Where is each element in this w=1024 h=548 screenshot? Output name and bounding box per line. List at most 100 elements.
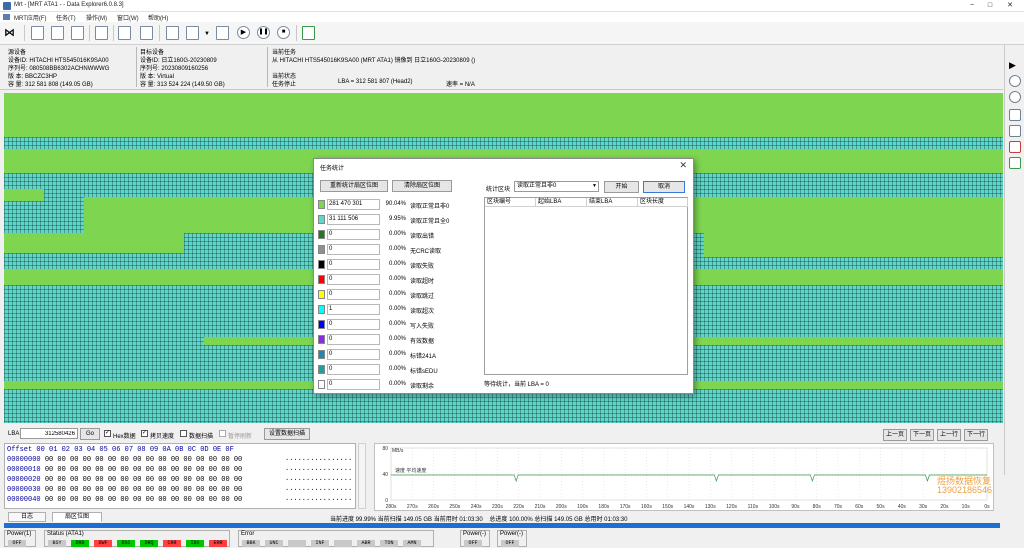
legend-row: 0 0.00% 读取跳过 — [318, 289, 478, 303]
x-tick-label: 230s — [492, 504, 503, 510]
document-icon[interactable] — [31, 26, 44, 40]
maximize-button[interactable]: □ — [984, 1, 996, 11]
bitmap-region — [4, 93, 1003, 137]
x-tick-label: 190s — [577, 504, 588, 510]
bitmap-region — [704, 213, 1003, 257]
lba-input[interactable] — [20, 428, 78, 439]
pause-icon[interactable]: ❚❚ — [257, 26, 270, 39]
hex-ascii: ................ — [285, 475, 353, 483]
x-tick-label: 20s — [940, 504, 949, 510]
menu-item-app[interactable]: MRT应用(F) — [14, 13, 47, 22]
legend-percent: 0.00% — [388, 246, 406, 252]
dialog-title: 任务统计 — [320, 166, 345, 172]
chart-legend: 速度 平均速度 — [395, 467, 426, 474]
tab-log[interactable]: 日志 — [8, 512, 46, 522]
legend-label: 有效数据 — [410, 339, 435, 345]
legend-swatch — [318, 305, 325, 314]
block-label: 统计区块 — [486, 187, 511, 193]
history-icon[interactable] — [1009, 91, 1021, 103]
block-table[interactable]: 区块编号 起始LBA 结束LBA 区块长度 — [484, 197, 688, 375]
hex-checkbox[interactable]: ✓ — [104, 430, 111, 437]
legend-label: 读取剩余 — [410, 384, 435, 390]
edit-icon[interactable] — [95, 26, 108, 40]
status-bar: Power(1) OFF Status (ATA1) BSY DRD DWF DSC DRQ C… — [0, 529, 1024, 548]
menu-item-operation[interactable]: 操作(M) — [86, 13, 107, 22]
legend-swatch — [318, 335, 325, 344]
status-indicator: BSY — [48, 540, 66, 547]
document-list-icon[interactable] — [71, 26, 84, 40]
dialog-close-button[interactable]: ✕ — [679, 160, 687, 171]
data-scan-checkbox[interactable] — [180, 430, 187, 437]
column-header: 区块长度 — [638, 198, 688, 207]
doc-alert-icon[interactable] — [1009, 141, 1021, 153]
tab-sector-bitmap[interactable]: 扇区位图 — [52, 512, 102, 522]
x-tick-label: 90s — [791, 504, 800, 510]
arrow-right-icon[interactable]: ▶ — [1009, 59, 1021, 71]
export-icon[interactable] — [216, 26, 229, 40]
task-copy-icon[interactable] — [186, 26, 199, 40]
dialog-status: 等待统计，当前 LBA = 0 — [484, 382, 549, 388]
copy-speed-checkbox[interactable]: ✓ — [141, 430, 148, 437]
legend-count: 0 — [327, 289, 380, 300]
toolbar-separator — [113, 25, 114, 41]
bitmap-region — [4, 189, 44, 201]
cancel-button[interactable]: 取消 — [643, 181, 685, 193]
clear-bitmap-button[interactable]: 清除扇区位图 — [392, 180, 452, 192]
go-button[interactable]: Go — [80, 428, 100, 440]
block-select[interactable]: 读取正常且非0 ▼ — [514, 181, 599, 192]
toolbar-separator — [89, 25, 90, 41]
status-indicator: TON — [380, 540, 398, 547]
menu-item-help[interactable]: 帮助(H) — [148, 13, 168, 22]
hex-row: 00000000 00 00 00 00 00 00 00 00 00 00 0… — [7, 455, 242, 465]
status-indicator — [288, 540, 306, 547]
legend-percent: 0.00% — [388, 366, 406, 372]
doc-check-icon[interactable] — [1009, 157, 1021, 169]
hex-scrollbar[interactable] — [358, 443, 366, 509]
legend-row: 0 0.00% 有效数据 — [318, 334, 478, 348]
menu-item-task[interactable]: 任务(T) — [56, 13, 76, 22]
menu-bar: MRT应用(F) 任务(T) 操作(M) 窗口(W) 帮助(H) — [0, 12, 1024, 22]
x-tick-label: 70s — [834, 504, 843, 510]
prev-row-button[interactable]: 上一行 — [937, 429, 961, 441]
bitmap-region — [4, 233, 184, 253]
doc-list-icon[interactable] — [1009, 125, 1021, 137]
refresh-bitmap-button[interactable]: 重新统计扇区位图 — [320, 180, 388, 192]
next-row-button[interactable]: 下一行 — [964, 429, 988, 441]
title-bar: Mrt - [MRT ATA1 - - Data Explorer6.0.8.3… — [0, 0, 1024, 12]
lba-label: LBA — [8, 431, 20, 437]
search-icon[interactable] — [1009, 75, 1021, 87]
menu-item-window[interactable]: 窗口(W) — [117, 13, 139, 22]
dropdown-arrow-icon[interactable]: ▼ — [204, 31, 210, 37]
set-scan-button[interactable]: 设置数据扫描 — [264, 428, 310, 440]
document-copy-icon[interactable] — [51, 26, 64, 40]
task-list-icon[interactable] — [166, 26, 179, 40]
close-button[interactable]: ✕ — [1004, 1, 1016, 11]
legend-swatch — [318, 215, 325, 224]
status-indicator: CRR — [163, 540, 181, 547]
save-icon[interactable] — [118, 26, 131, 40]
exit-icon[interactable] — [302, 26, 315, 40]
status-group: Power(-) OFF — [460, 530, 490, 547]
x-tick-label: 240s — [471, 504, 482, 510]
legend-percent: 0.00% — [388, 261, 406, 267]
hex-viewer[interactable]: Offset 00 01 02 03 04 05 06 07 08 09 0A … — [4, 443, 356, 509]
legend-row: 0 0.00% 标错sEDU — [318, 364, 478, 378]
connect-icon[interactable]: ⋈ — [4, 26, 17, 40]
stop-icon[interactable]: ■ — [277, 26, 290, 39]
drive-icon[interactable] — [140, 26, 153, 40]
status-indicator: DRQ — [140, 540, 158, 547]
play-icon[interactable]: ▶ — [237, 26, 250, 39]
hex-ascii: ................ — [285, 485, 353, 493]
toolbar: ⋈ ▼ ▶ ❚❚ ■ — [0, 22, 1024, 45]
next-page-button[interactable]: 下一页 — [910, 429, 934, 441]
prev-page-button[interactable]: 上一页 — [883, 429, 907, 441]
start-button[interactable]: 开始 — [604, 181, 639, 193]
doc-search-icon[interactable] — [1009, 109, 1021, 121]
hex-offset: 00000040 — [7, 496, 41, 504]
pause-refresh-checkbox[interactable] — [219, 430, 226, 437]
minimize-button[interactable]: − — [966, 1, 978, 11]
status-indicator — [334, 540, 352, 547]
x-tick-label: 0s — [984, 504, 990, 510]
legend-count: 1 — [327, 304, 380, 315]
legend-swatch — [318, 290, 325, 299]
